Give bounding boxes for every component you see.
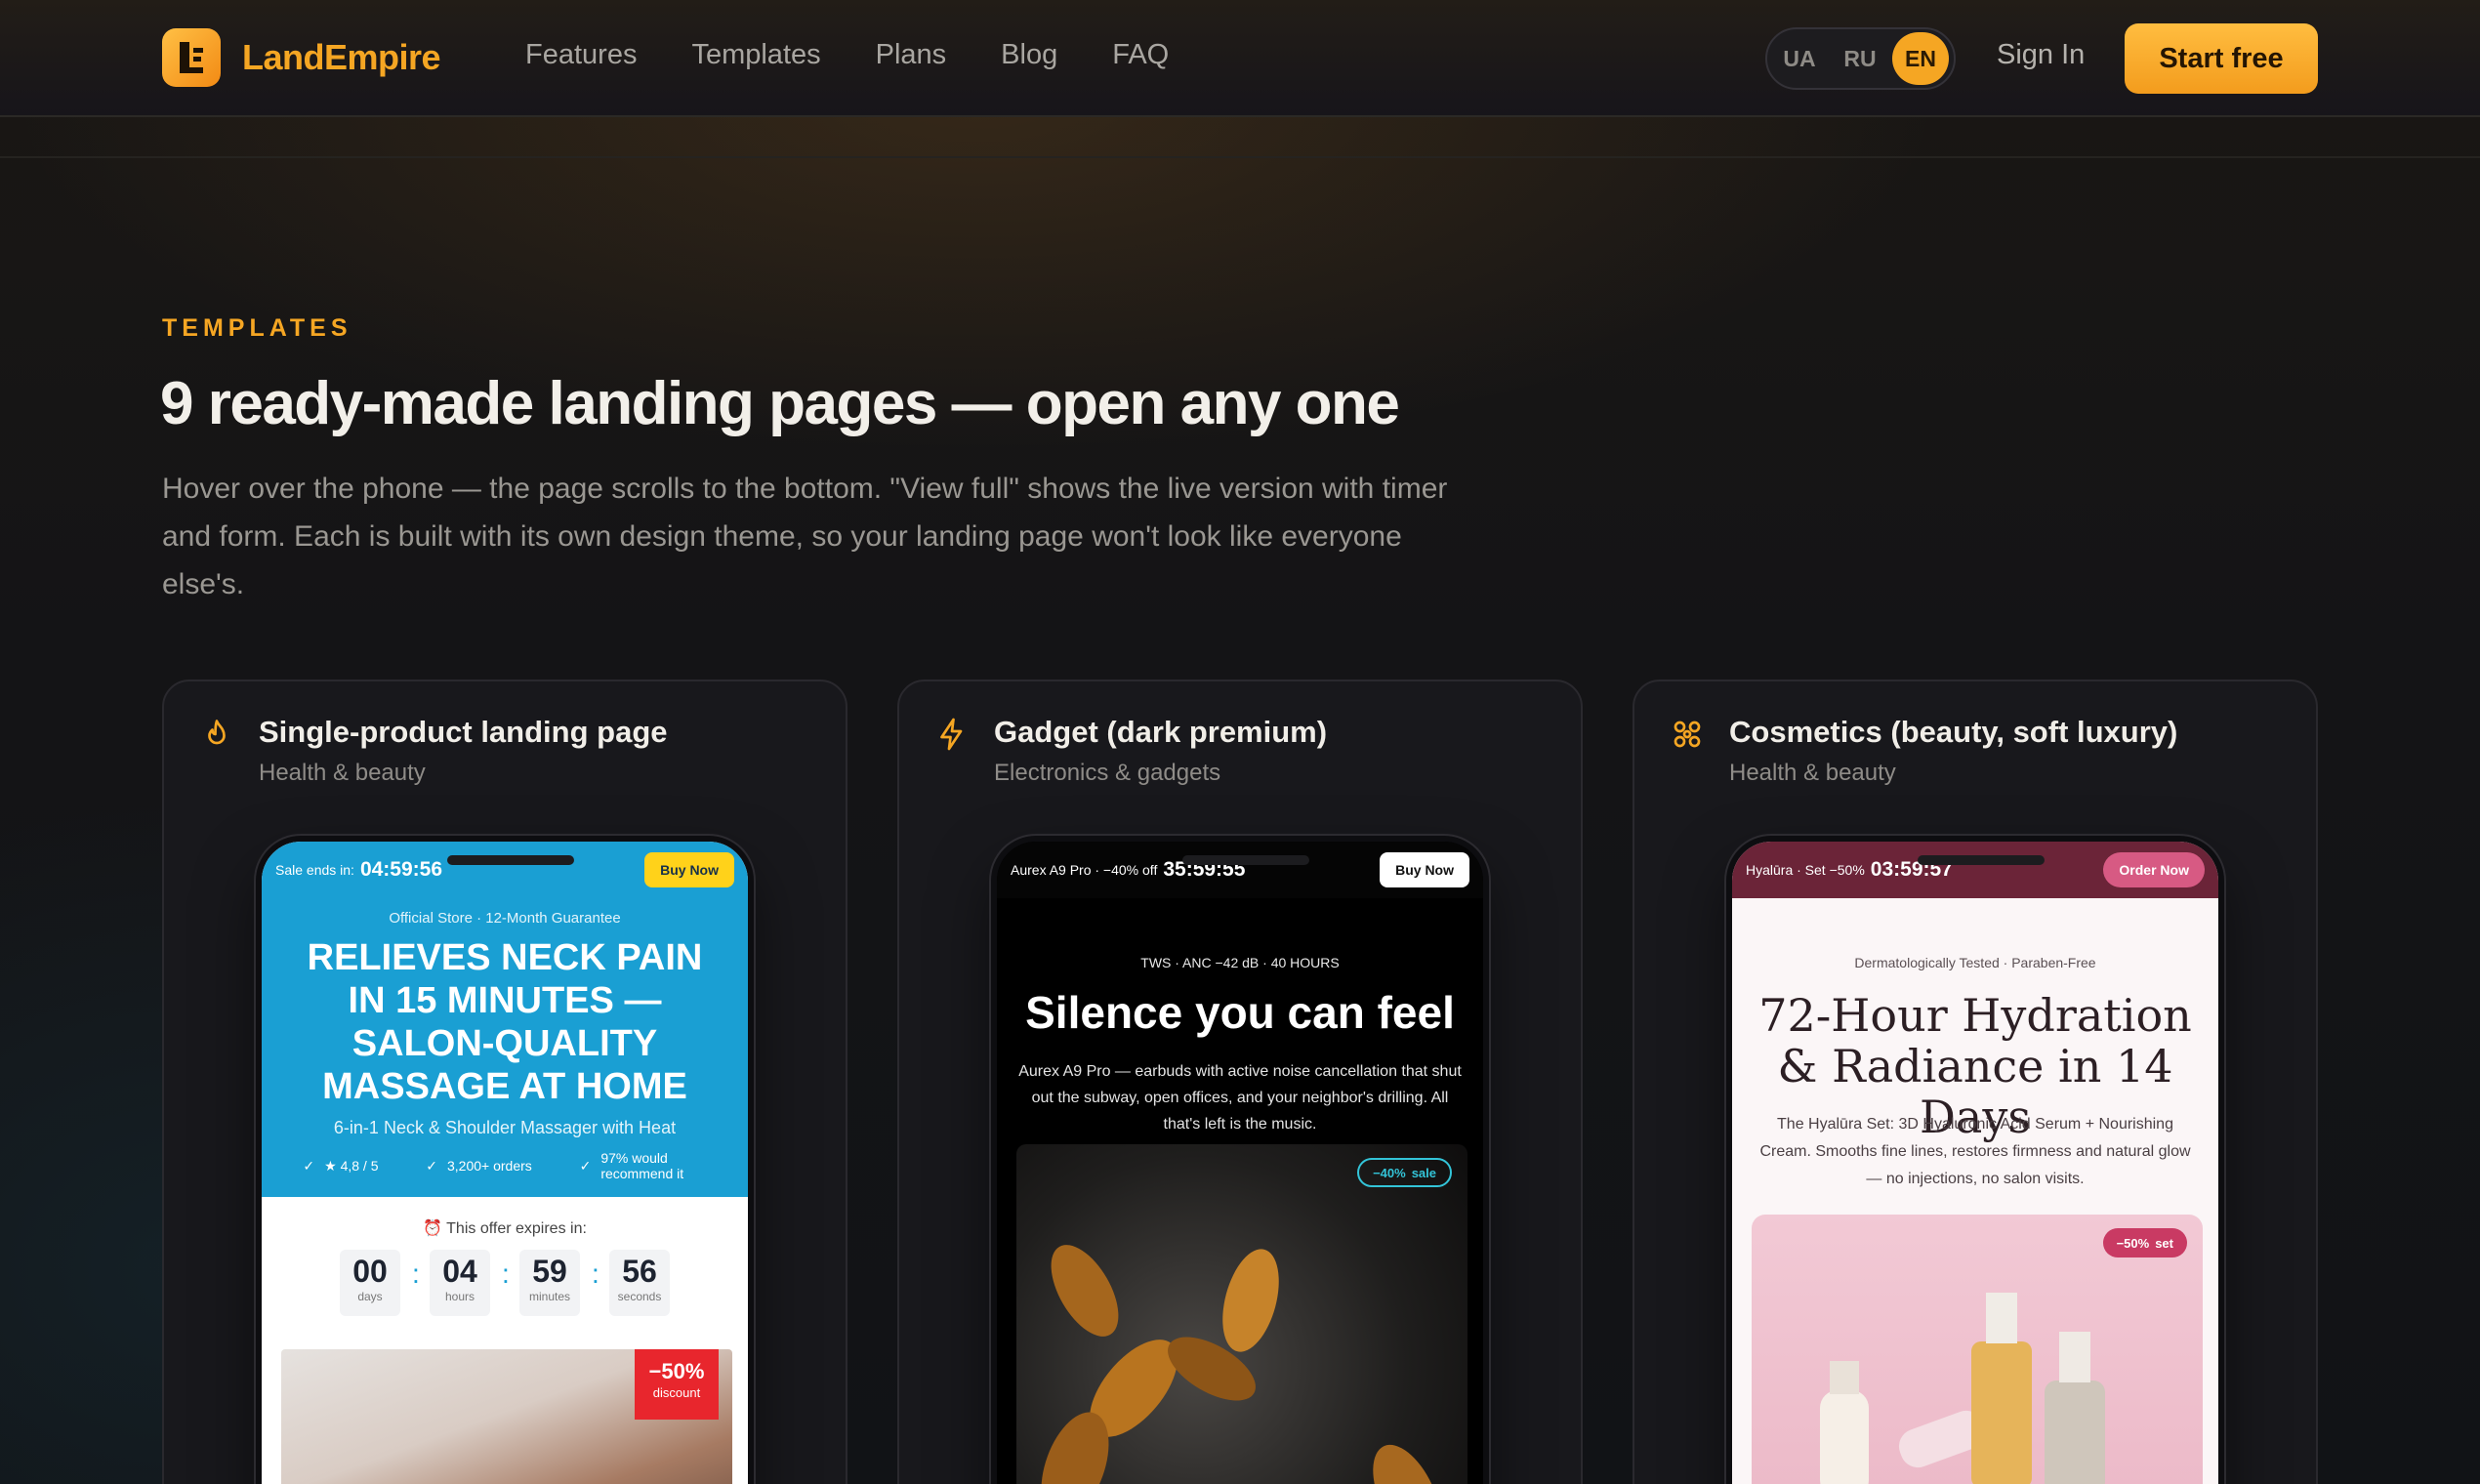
phone-notch — [1918, 855, 2045, 865]
preview-topbar: Sale ends in: 04:59:56 Buy Now — [262, 842, 748, 898]
preview-sale-label: Sale ends in: — [275, 862, 354, 878]
top-navbar: LandEmpire Features Templates Plans Blog… — [0, 0, 2480, 117]
phone-preview[interactable]: Hyalūra · Set −50% 03:59:57 Order Now De… — [1726, 836, 2224, 1484]
main-nav: Features Templates Plans Blog FAQ — [525, 39, 1169, 71]
phone-notch — [447, 855, 574, 865]
brand-name: LandEmpire — [242, 37, 441, 77]
section-lead: Hover over the phone — the page scrolls … — [162, 473, 1448, 600]
preview-sale-label: Aurex A9 Pro · −40% off — [1011, 862, 1158, 878]
section-eyebrow: TEMPLATES — [162, 314, 352, 342]
preview-subhead: 6-in-1 Neck & Shoulder Massager with Hea… — [333, 1118, 677, 1137]
template-card-single-product[interactable]: Single-product landing page Health & bea… — [162, 680, 847, 1484]
start-free-button[interactable]: Start free — [2125, 23, 2318, 94]
section-title: 9 ready-made landing pages — open any on… — [160, 370, 1400, 437]
flame-icon — [208, 720, 226, 745]
countdown-separator: : — [592, 1258, 599, 1289]
lang-ua[interactable]: UA — [1771, 32, 1828, 85]
preview-expires: ⏰ This offer expires in: — [423, 1220, 587, 1237]
template-card-cosmetics[interactable]: Cosmetics (beauty, soft luxury) Health &… — [1633, 680, 2318, 1484]
preview-headline: Silence you can feel — [1025, 987, 1455, 1038]
template-card-gadget[interactable]: Gadget (dark premium) Electronics & gadg… — [897, 680, 1583, 1484]
check-item: ✓ 3,200+ orders — [426, 1158, 532, 1174]
card-category: Health & beauty — [259, 760, 426, 786]
phone-preview[interactable]: Aurex A9 Pro · −40% off 35:59:55 Buy Now… — [991, 836, 1489, 1484]
card-category: Electronics & gadgets — [994, 760, 1221, 786]
phone-preview[interactable]: Sale ends in: 04:59:56 Buy Now Official … — [256, 836, 754, 1484]
phone-screen: Hyalūra · Set −50% 03:59:57 Order Now De… — [1732, 842, 2218, 1484]
lang-en[interactable]: EN — [1892, 32, 1949, 85]
preview-sale-label: Hyalūra · Set −50% — [1746, 862, 1865, 878]
check-icon: ✓ — [579, 1158, 592, 1174]
nav-link-plans[interactable]: Plans — [876, 39, 947, 71]
check-item: ✓ ★ 4,8 / 5 — [303, 1158, 379, 1174]
preview-checks: ✓ ★ 4,8 / 5 ✓ 3,200+ orders ✓ 97% would rec… — [262, 1150, 748, 1181]
divider — [0, 156, 2480, 158]
check-icon: ✓ — [303, 1158, 315, 1174]
preview-massage-image: −50% discount — [281, 1349, 732, 1484]
preview-kicker: TWS · ANC −42 dB · 40 HOURS — [1140, 955, 1340, 970]
preview-topbar: Aurex A9 Pro · −40% off 35:59:55 Buy Now — [997, 842, 1483, 898]
bolt-icon — [940, 718, 963, 751]
nav-link-faq[interactable]: FAQ — [1112, 39, 1169, 71]
preview-description: Aurex A9 Pro — earbuds with active noise… — [1018, 1063, 1462, 1133]
preview-buy-button[interactable]: Buy Now — [644, 852, 734, 887]
sale-badge: −40% sale — [1357, 1158, 1452, 1187]
preview-cosmetics-image: −50% set — [1752, 1215, 2203, 1484]
brand-logo[interactable]: LandEmpire — [162, 28, 441, 87]
sign-in-link[interactable]: Sign In — [1997, 39, 2085, 71]
countdown-days: 00 days — [340, 1250, 400, 1316]
nav-link-features[interactable]: Features — [525, 39, 637, 71]
card-category: Health & beauty — [1729, 760, 1896, 786]
countdown-seconds: 56 seconds — [609, 1250, 670, 1316]
check-item: ✓ 97% would recommend it — [579, 1150, 684, 1181]
preview-order-button[interactable]: Order Now — [2103, 852, 2205, 887]
discount-badge: −50% discount — [635, 1349, 719, 1420]
check-icon: ✓ — [426, 1158, 437, 1174]
preview-kicker: Dermatologically Tested · Paraben-Free — [1854, 955, 2096, 970]
leaves-illustration — [1041, 1245, 1441, 1484]
set-badge: −50% set — [2102, 1228, 2187, 1257]
countdown-separator: : — [502, 1258, 510, 1289]
preview-hero: Official Store · 12-Month Guarantee RELI… — [262, 898, 748, 1197]
countdown-separator: : — [412, 1258, 420, 1289]
flower-icon — [1674, 721, 1701, 748]
nav-link-blog[interactable]: Blog — [1001, 39, 1057, 71]
phone-screen: Sale ends in: 04:59:56 Buy Now Official … — [262, 842, 748, 1484]
countdown-minutes: 59 minutes — [519, 1250, 580, 1316]
preview-description: The Hyalūra Set: 3D Hyaluronic Acid Seru… — [1759, 1116, 2191, 1187]
preview-buy-button[interactable]: Buy Now — [1380, 852, 1469, 887]
phone-notch — [1182, 855, 1309, 865]
preview-official: Official Store · 12-Month Guarantee — [389, 910, 621, 927]
card-title: Single-product landing page — [259, 715, 668, 749]
preview-countdown: 00 days : 04 hours : 59 minutes : 56 seconds — [262, 1250, 748, 1316]
phone-screen: Aurex A9 Pro · −40% off 35:59:55 Buy Now… — [997, 842, 1483, 1484]
preview-headline: RELIEVES NECK PAIN IN 15 MINUTES — SALON… — [307, 937, 703, 1107]
preview-timer: 04:59:56 — [359, 858, 443, 881]
nav-link-templates[interactable]: Templates — [691, 39, 820, 71]
preview-earbuds-image: −40% sale — [1016, 1144, 1467, 1484]
language-switcher: UA RU EN — [1765, 27, 1956, 90]
card-title: Cosmetics (beauty, soft luxury) — [1729, 715, 2178, 749]
lang-ru[interactable]: RU — [1832, 32, 1888, 85]
card-title: Gadget (dark premium) — [994, 715, 1328, 749]
logo-mark-icon — [162, 28, 221, 87]
countdown-hours: 04 hours — [430, 1250, 490, 1316]
preview-topbar: Hyalūra · Set −50% 03:59:57 Order Now — [1732, 842, 2218, 898]
